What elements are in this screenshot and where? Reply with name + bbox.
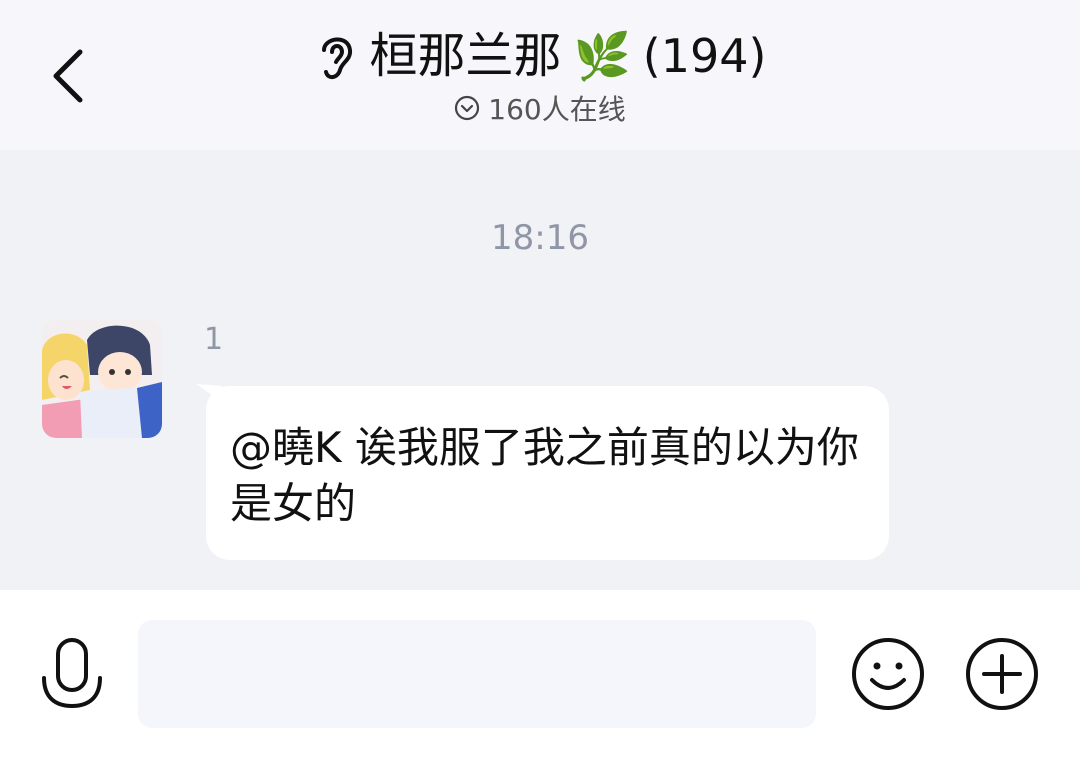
group-name: 桓那兰那 xyxy=(369,28,562,84)
message-input[interactable] xyxy=(138,620,816,728)
leaf-emoji: 🌿 xyxy=(573,29,631,83)
message-bubble[interactable]: @曉K 诶我服了我之前真的以为你是女的 xyxy=(206,386,889,560)
voice-button[interactable] xyxy=(38,636,106,718)
group-title[interactable]: 桓那兰那 🌿 (194) xyxy=(0,18,1080,94)
ear-icon xyxy=(314,30,358,82)
more-button[interactable] xyxy=(964,636,1040,712)
input-bar xyxy=(0,590,1080,758)
avatar[interactable] xyxy=(42,320,162,438)
online-status-row[interactable]: 160人在线 xyxy=(0,88,1080,128)
chevron-circle-icon xyxy=(455,95,480,121)
online-count: 160人在线 xyxy=(488,93,626,126)
member-count: (194) xyxy=(642,29,767,83)
message-text: @曉K 诶我服了我之前真的以为你是女的 xyxy=(230,423,859,528)
plus-circle-icon xyxy=(966,638,1038,710)
smiley-icon xyxy=(852,638,924,710)
chat-header: 桓那兰那 🌿 (194) 160人在线 xyxy=(0,0,1080,150)
microphone-icon xyxy=(42,638,102,709)
sender-name[interactable]: 1 xyxy=(204,322,223,357)
emoji-button[interactable] xyxy=(850,636,926,712)
message-timestamp: 18:16 xyxy=(491,218,589,258)
